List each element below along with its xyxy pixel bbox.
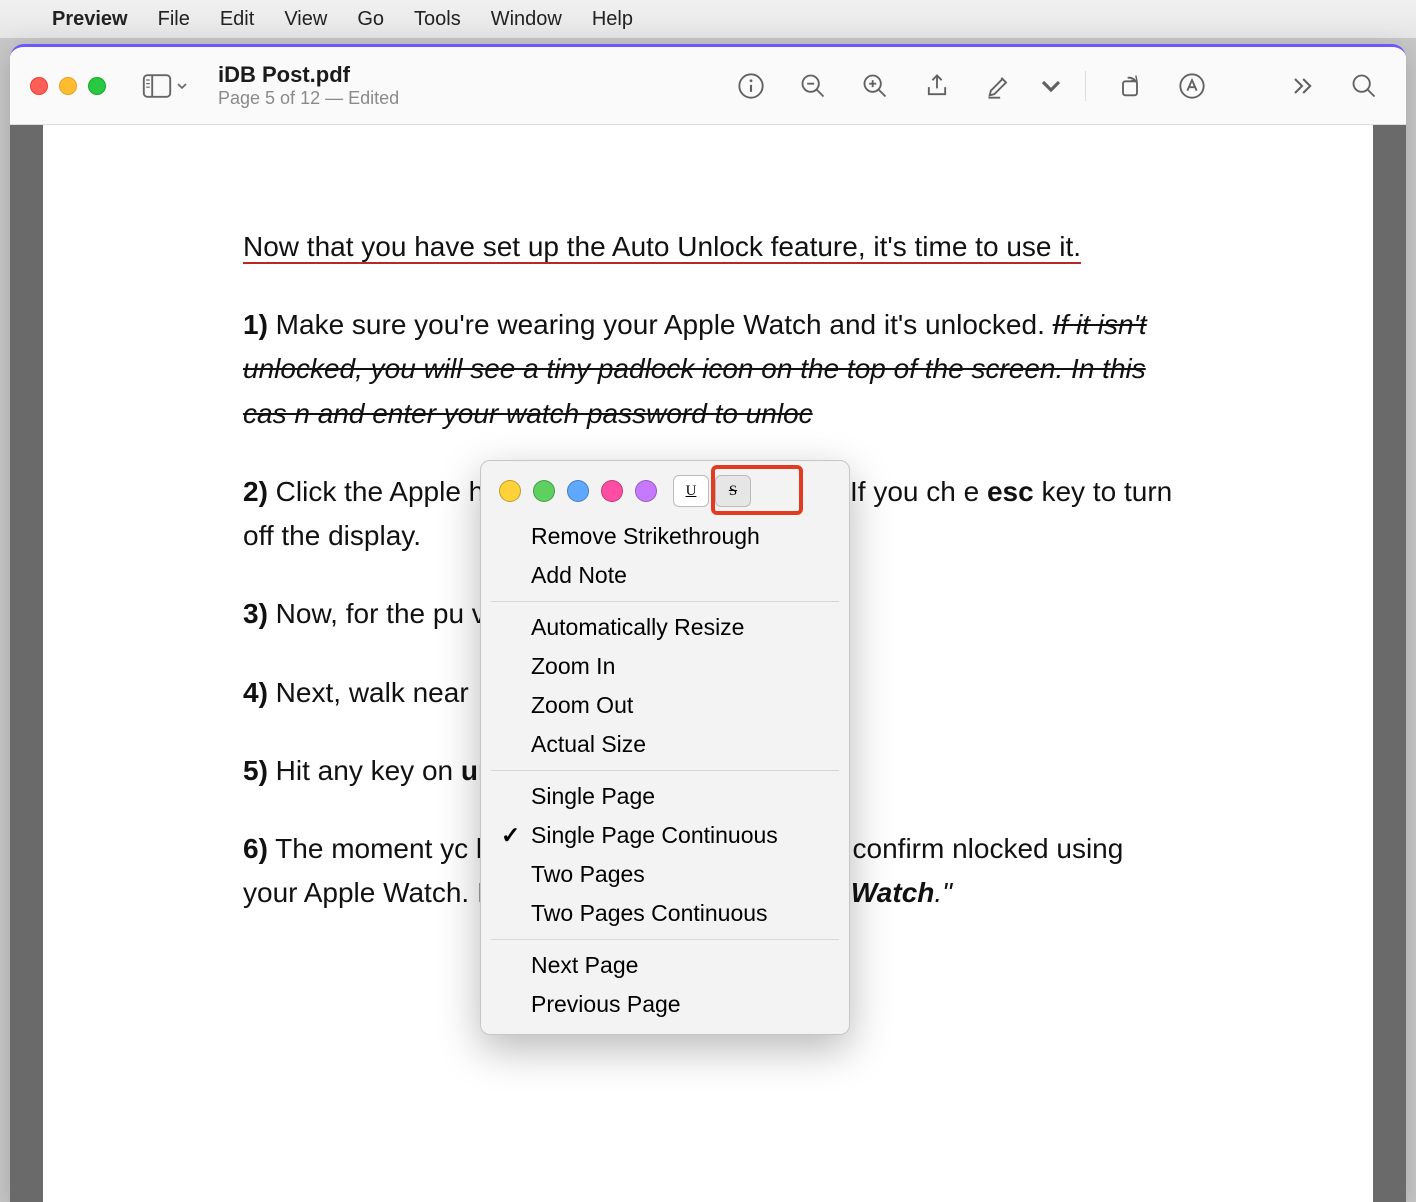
menu-help[interactable]: Help: [592, 8, 633, 31]
highlight-green[interactable]: [533, 480, 555, 502]
highlight-pink[interactable]: [601, 480, 623, 502]
menu-two-pages[interactable]: Two Pages: [481, 855, 849, 894]
context-menu: U S Remove Strikethrough Add Note Automa…: [480, 460, 850, 1035]
menu-auto-resize[interactable]: Automatically Resize: [481, 608, 849, 647]
underline-button[interactable]: U: [673, 475, 709, 507]
zoom-in-button[interactable]: [853, 64, 897, 108]
step-number: 1): [243, 309, 268, 340]
step-1: 1) Make sure you're wearing your Apple W…: [243, 303, 1173, 436]
rotate-button[interactable]: [1108, 64, 1152, 108]
step-text: Hit any key on: [268, 755, 461, 786]
menu-single-page-continuous[interactable]: Single Page Continuous: [481, 816, 849, 855]
menu-edit[interactable]: Edit: [220, 8, 254, 31]
highlight-color-row: U S: [481, 467, 849, 517]
step-text: Make sure you're wearing your Apple Watc…: [268, 309, 1053, 340]
document-title: iDB Post.pdf: [218, 62, 399, 88]
highlight-yellow[interactable]: [499, 480, 521, 502]
chevron-down-icon: [176, 80, 188, 92]
fullscreen-button[interactable]: [88, 77, 106, 95]
menu-separator: [491, 770, 839, 771]
overflow-button[interactable]: [1280, 64, 1324, 108]
menu-actual-size[interactable]: Actual Size: [481, 725, 849, 764]
minimize-button[interactable]: [59, 77, 77, 95]
info-button[interactable]: [729, 64, 773, 108]
menu-two-pages-continuous[interactable]: Two Pages Continuous: [481, 894, 849, 933]
step-text: . If you ch e: [834, 476, 987, 507]
menu-file[interactable]: File: [158, 8, 190, 31]
markup-icon: [1178, 72, 1206, 100]
rotate-icon: [1116, 72, 1144, 100]
close-button[interactable]: [30, 77, 48, 95]
menu-zoom-out[interactable]: Zoom Out: [481, 686, 849, 725]
step-text: Next, walk near: [268, 677, 469, 708]
titlebar: iDB Post.pdf Page 5 of 12 — Edited: [10, 47, 1406, 125]
document-subtitle: Page 5 of 12 — Edited: [218, 88, 399, 109]
step-number: 4): [243, 677, 268, 708]
chevrons-right-icon: [1288, 72, 1316, 100]
app-name[interactable]: Preview: [52, 8, 128, 31]
info-icon: [737, 72, 765, 100]
search-button[interactable]: [1342, 64, 1386, 108]
menu-view[interactable]: View: [284, 8, 327, 31]
highlight-blue[interactable]: [567, 480, 589, 502]
menu-separator: [491, 939, 839, 940]
step-text: .": [934, 877, 952, 908]
menu-remove-strikethrough[interactable]: Remove Strikethrough: [481, 517, 849, 556]
menu-go[interactable]: Go: [357, 8, 384, 31]
window-controls: [30, 77, 106, 95]
menu-tools[interactable]: Tools: [414, 8, 461, 31]
bold-text: esc: [987, 476, 1034, 507]
macos-menubar: Preview File Edit View Go Tools Window H…: [0, 0, 1416, 38]
strikethrough-button[interactable]: S: [715, 475, 751, 507]
step-number: 5): [243, 755, 268, 786]
share-icon: [923, 72, 951, 100]
menu-add-note[interactable]: Add Note: [481, 556, 849, 595]
sidebar-toggle-button[interactable]: [142, 74, 188, 98]
highlight-menu-button[interactable]: [1039, 64, 1063, 108]
highlight-button[interactable]: [977, 64, 1021, 108]
toolbar-separator: [1085, 71, 1086, 101]
zoom-out-button[interactable]: [791, 64, 835, 108]
sidebar-icon: [142, 74, 172, 98]
share-button[interactable]: [915, 64, 959, 108]
document-title-block: iDB Post.pdf Page 5 of 12 — Edited: [218, 62, 399, 109]
chevron-down-icon: [1039, 72, 1063, 100]
highlighter-icon: [985, 72, 1013, 100]
menu-window[interactable]: Window: [491, 8, 562, 31]
highlight-purple[interactable]: [635, 480, 657, 502]
menu-next-page[interactable]: Next Page: [481, 946, 849, 985]
search-icon: [1350, 72, 1378, 100]
step-number: 6): [243, 833, 268, 864]
menu-single-page[interactable]: Single Page: [481, 777, 849, 816]
zoom-out-icon: [799, 72, 827, 100]
menu-separator: [491, 601, 839, 602]
step-number: 2): [243, 476, 268, 507]
zoom-in-icon: [861, 72, 889, 100]
menu-zoom-in[interactable]: Zoom In: [481, 647, 849, 686]
intro-text: Now that you have set up the Auto Unlock…: [243, 231, 1081, 264]
menu-previous-page[interactable]: Previous Page: [481, 985, 849, 1024]
step-number: 3): [243, 598, 268, 629]
markup-button[interactable]: [1170, 64, 1214, 108]
